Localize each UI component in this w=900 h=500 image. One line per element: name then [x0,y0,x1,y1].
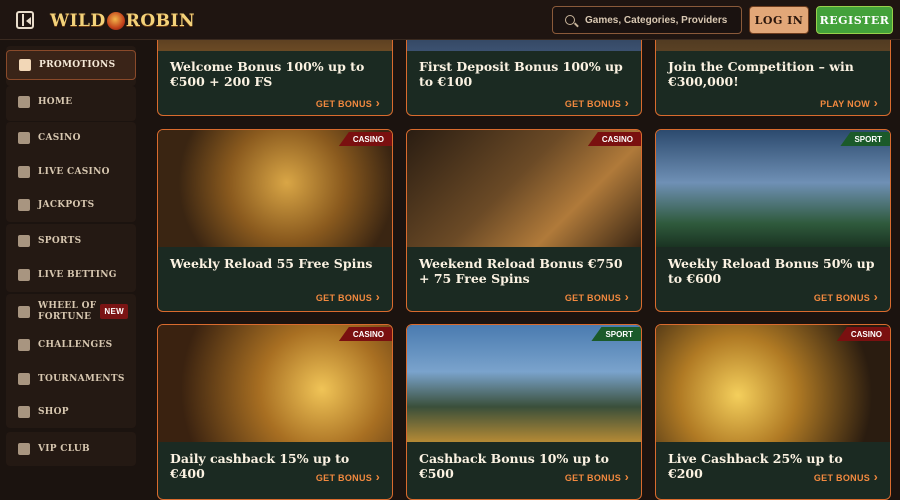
search-icon [565,15,575,25]
promo-card[interactable]: SPORT Cashback Bonus 10% up to €500 GET … [406,324,642,500]
promo-image [407,40,641,51]
wheel-icon [18,306,30,318]
get-bonus-link[interactable]: GET BONUS [565,290,629,304]
promo-image [158,325,392,442]
play-now-link[interactable]: PLAY NOW [820,96,878,110]
casino-icon [18,132,30,144]
search-input[interactable]: Games, Categories, Providers [552,6,742,34]
sidebar-item-vip-club[interactable]: VIP CLUB [6,434,136,464]
get-bonus-link[interactable]: GET BONUS [316,290,380,304]
sidebar: PROMOTIONS HOME CASINO LIVE CASINO JACKP… [0,40,145,500]
cards-icon [18,166,30,178]
sidebar-item-label: PROMOTIONS [39,60,116,70]
promo-card[interactable]: Welcome Bonus 100% up to €500 + 200 FS G… [157,40,393,116]
sidebar-item-live-betting[interactable]: LIVE BETTING [6,260,136,290]
search-placeholder: Games, Categories, Providers [585,14,728,26]
sidebar-item-sports[interactable]: SPORTS [6,226,136,256]
sidebar-item-home[interactable]: HOME [6,87,136,117]
promo-title: Weekly Reload 55 Free Spins [170,256,373,271]
ball-icon [18,235,30,247]
promo-title: Welcome Bonus 100% up to €500 + 200 FS [170,59,365,89]
promo-image [407,130,641,247]
promo-image [158,130,392,247]
live-icon [18,269,30,281]
sidebar-item-label: WHEEL OF FORTUNE [38,301,97,322]
trophy-icon [18,373,30,385]
sidebar-item-jackpots[interactable]: JACKPOTS [6,190,136,220]
get-bonus-link[interactable]: GET BONUS [565,96,629,110]
sidebar-item-label: VIP CLUB [38,444,90,454]
login-button[interactable]: LOG IN [749,6,809,34]
promo-card[interactable]: Join the Competition – win €300,000! PLA… [655,40,891,116]
promo-card[interactable]: CASINO Daily cashback 15% up to €400 GET… [157,324,393,500]
logo-coin-icon [106,12,125,30]
sidebar-item-wheel-of-fortune[interactable]: WHEEL OF FORTUNE NEW [6,296,136,328]
promo-card[interactable]: CASINO Live Cashback 25% up to €200 GET … [655,324,891,500]
get-bonus-link[interactable]: GET BONUS [814,290,878,304]
sidebar-item-label: TOURNAMENTS [38,374,125,384]
promo-image [407,325,641,442]
promo-image [656,325,890,442]
sidebar-item-label: HOME [38,97,73,107]
sidebar-item-promotions[interactable]: PROMOTIONS [6,50,136,80]
sidebar-item-label: CHALLENGES [38,340,113,350]
register-button[interactable]: REGISTER [816,6,893,34]
top-bar: WILD ROBIN Games, Categories, Providers L… [0,0,900,40]
sidebar-item-label: LIVE BETTING [38,270,117,280]
get-bonus-link[interactable]: GET BONUS [814,470,878,484]
target-icon [18,339,30,351]
sidebar-item-label: SHOP [38,407,69,417]
diamond-icon [18,443,30,455]
promo-title: First Deposit Bonus 100% up to €100 [419,59,623,89]
promo-title: Weekly Reload Bonus 50% up to €600 [668,256,875,286]
promo-title: Join the Competition – win €300,000! [668,59,854,89]
get-bonus-link[interactable]: GET BONUS [316,470,380,484]
promotions-grid: Welcome Bonus 100% up to €500 + 200 FS G… [145,40,900,500]
logo[interactable]: WILD ROBIN [50,8,195,34]
sidebar-item-shop[interactable]: SHOP [6,397,136,427]
sidebar-item-label: CASINO [38,133,81,143]
sidebar-item-tournaments[interactable]: TOURNAMENTS [6,364,136,394]
gift-icon [19,59,31,71]
get-bonus-link[interactable]: GET BONUS [565,470,629,484]
new-badge: NEW [100,304,128,319]
promo-card[interactable]: First Deposit Bonus 100% up to €100 GET … [406,40,642,116]
home-icon [18,96,30,108]
jackpot-icon [18,199,30,211]
promo-image [656,130,890,247]
promo-card[interactable]: SPORT Weekly Reload Bonus 50% up to €600… [655,129,891,312]
get-bonus-link[interactable]: GET BONUS [316,96,380,110]
sidebar-item-label: LIVE CASINO [38,167,110,177]
sidebar-item-live-casino[interactable]: LIVE CASINO [6,157,136,187]
sidebar-item-challenges[interactable]: CHALLENGES [6,330,136,360]
promo-title: Weekend Reload Bonus €750 + 75 Free Spin… [419,256,623,286]
sidebar-item-label: SPORTS [38,236,82,246]
promo-card[interactable]: CASINO Weekly Reload 55 Free Spins GET B… [157,129,393,312]
sidebar-item-casino[interactable]: CASINO [6,123,136,153]
bag-icon [18,406,30,418]
sidebar-toggle-icon[interactable] [16,11,34,29]
sidebar-item-label: JACKPOTS [38,200,95,210]
promo-image [656,40,890,51]
promo-card[interactable]: CASINO Weekend Reload Bonus €750 + 75 Fr… [406,129,642,312]
promo-image [158,40,392,51]
